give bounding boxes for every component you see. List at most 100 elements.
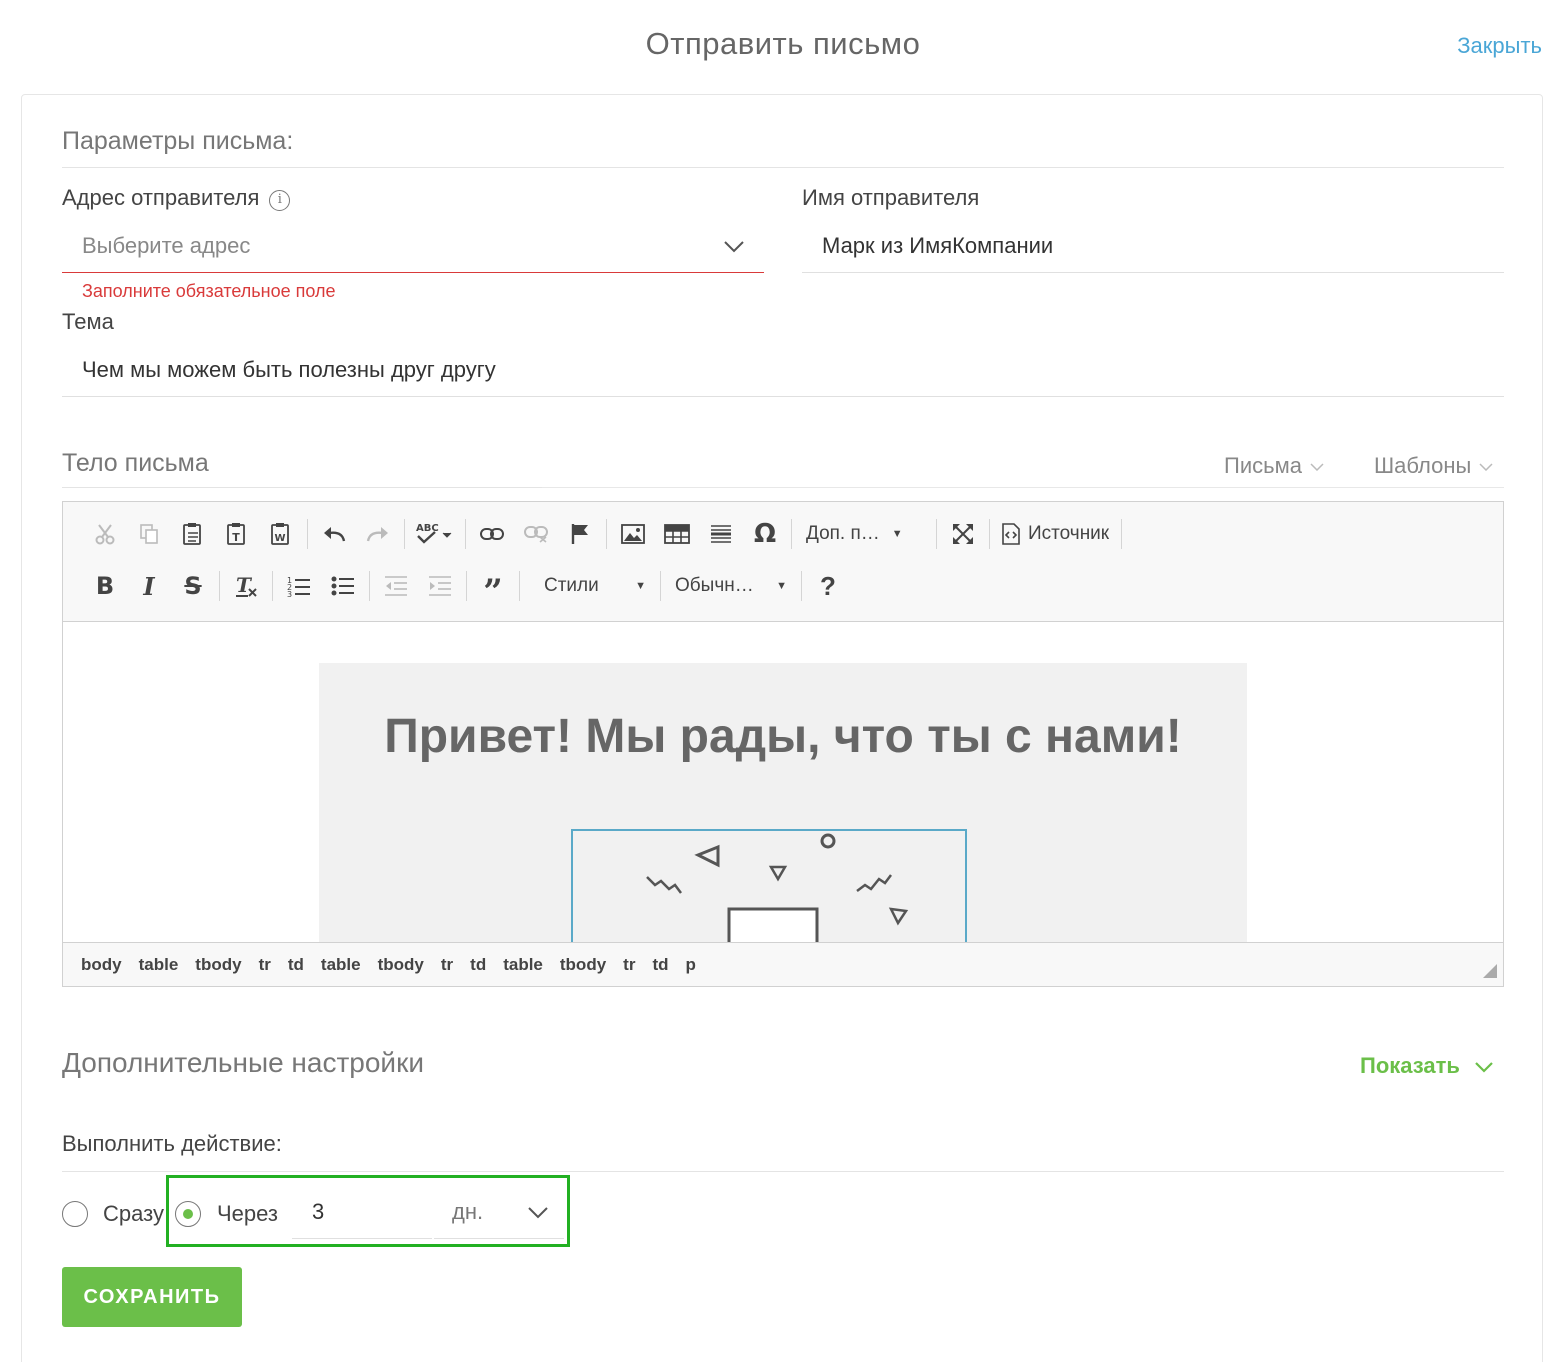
blockquote-icon[interactable]: ” [471,568,515,609]
radio-now[interactable] [62,1201,88,1227]
more-dropdown[interactable]: Доп. п… ▼ [796,516,932,552]
paste-word-icon[interactable]: W [259,516,303,552]
bulleted-list-icon[interactable] [321,568,365,604]
spellcheck-icon[interactable]: ABC [409,516,461,552]
anchor-flag-icon[interactable] [558,516,602,552]
sender-address-error: Заполните обязательное поле [82,281,336,301]
show-advanced-label: Показать [1360,1053,1460,1078]
delay-unit-select[interactable]: дн. [434,1187,564,1239]
show-advanced-toggle[interactable]: Показать [1360,1053,1494,1079]
svg-text:T: T [232,531,240,544]
path-item[interactable]: table [139,955,179,975]
path-item[interactable]: tbody [560,955,606,975]
templates-tab-label: Шаблоны [1374,453,1472,478]
italic-icon[interactable]: I [127,568,171,604]
strikethrough-icon[interactable]: S [171,568,215,604]
unlink-icon[interactable] [514,516,558,552]
path-item[interactable]: p [686,955,696,975]
info-icon[interactable]: i [269,190,291,211]
path-item[interactable]: td [652,955,668,975]
source-code-icon [1002,523,1020,545]
delay-unit-value: дн. [452,1199,484,1224]
path-item[interactable]: tr [259,955,271,975]
paste-icon[interactable] [171,516,215,552]
caret-down-icon: ▼ [891,528,903,540]
email-heading: Привет! Мы рады, что ты с нами! [384,710,1182,763]
link-icon[interactable] [470,516,514,552]
email-template-preview: Привет! Мы рады, что ты с нами! [319,663,1247,943]
chevron-down-icon [528,1207,548,1219]
format-dropdown[interactable]: Обычн… ▼ [665,568,797,604]
close-link[interactable]: Закрыть [1457,33,1542,59]
more-dropdown-label: Доп. п… [806,523,880,544]
remove-format-icon[interactable]: T [224,568,268,604]
toolbar-separator [606,519,607,549]
help-icon[interactable]: ? [806,568,850,604]
cut-icon[interactable] [83,516,127,552]
sender-address-label: Адрес отправителя i [62,185,291,211]
redo-icon[interactable] [356,516,400,552]
email-illustration [571,829,967,943]
radio-after[interactable] [175,1201,201,1227]
editor-content-area[interactable]: Привет! Мы рады, что ты с нами! [63,623,1503,943]
special-char-icon[interactable]: Ω [743,516,787,552]
path-item[interactable]: table [503,955,543,975]
subject-value: Чем мы можем быть полезны друг другу [82,357,496,382]
advanced-settings-title: Дополнительные настройки [62,1047,424,1078]
path-item[interactable]: tr [623,955,635,975]
paste-text-icon[interactable]: T [215,516,259,552]
path-item[interactable]: tr [441,955,453,975]
path-item[interactable]: tbody [195,955,241,975]
toolbar-separator [660,571,661,601]
body-section-title: Тело письма [62,449,209,477]
toolbar-separator [936,519,937,549]
save-button[interactable]: СОХРАНИТЬ [62,1267,242,1327]
horizontal-line-icon[interactable] [699,516,743,552]
toolbar-separator [219,571,220,601]
subject-label: Тема [62,309,114,334]
radio-now-label: Сразу [103,1201,164,1226]
maximize-icon[interactable] [941,516,985,552]
letters-tab[interactable]: Письма [1224,453,1324,479]
toolbar-row-2: B I S T 123 ” Стили ▼ Обычн… ▼ ? [83,566,850,610]
path-item[interactable]: table [321,955,361,975]
email-form-card: Параметры письма: Адрес отправителя i Выб… [21,94,1543,1362]
element-path-bar: body table tbody tr td table tbody tr td… [63,942,1503,986]
bold-icon[interactable]: B [83,568,127,604]
caret-down-icon: ▼ [776,580,787,592]
path-item[interactable]: body [81,955,122,975]
toolbar-separator [801,571,802,601]
format-dropdown-label: Обычн… [675,575,754,596]
copy-icon[interactable] [127,516,171,552]
table-icon[interactable] [655,516,699,552]
sender-address-select[interactable]: Выберите адрес [62,221,764,273]
toolbar-separator [369,571,370,601]
svg-text:3: 3 [287,590,292,597]
subject-input[interactable]: Чем мы можем быть полезны друг другу [62,345,1504,397]
resize-handle[interactable] [1483,964,1497,978]
sender-name-input[interactable]: Марк из ИмяКомпании [802,221,1504,273]
outdent-icon[interactable] [374,568,418,604]
confetti-illustration [646,833,909,943]
path-item[interactable]: tbody [378,955,424,975]
path-item[interactable]: td [288,955,304,975]
indent-icon[interactable] [418,568,462,604]
source-button[interactable]: Источник [994,516,1117,552]
undo-icon[interactable] [312,516,356,552]
editor-toolbar: T W ABC Ω Доп. п… ▼ Источник B I S T 1 2… [63,502,1503,622]
chevron-down-icon [724,241,744,253]
numbered-list-icon[interactable]: 123 [277,568,321,604]
sender-name-label: Имя отправителя [802,185,980,210]
rich-text-editor: T W ABC Ω Доп. п… ▼ Источник B I S T 1 2… [62,501,1504,987]
svg-text:W: W [274,533,285,544]
image-icon[interactable] [611,516,655,552]
styles-dropdown-label: Стили [544,575,599,596]
toolbar-separator [1121,519,1123,549]
source-button-label: Источник [1028,523,1110,544]
path-item[interactable]: td [470,955,486,975]
delay-number-input[interactable]: 3 [292,1187,432,1239]
templates-tab[interactable]: Шаблоны [1374,453,1493,479]
toolbar-separator [307,519,308,549]
toolbar-row-1: T W ABC Ω Доп. п… ▼ Источник [83,514,1126,554]
styles-dropdown[interactable]: Стили ▼ [524,568,656,604]
